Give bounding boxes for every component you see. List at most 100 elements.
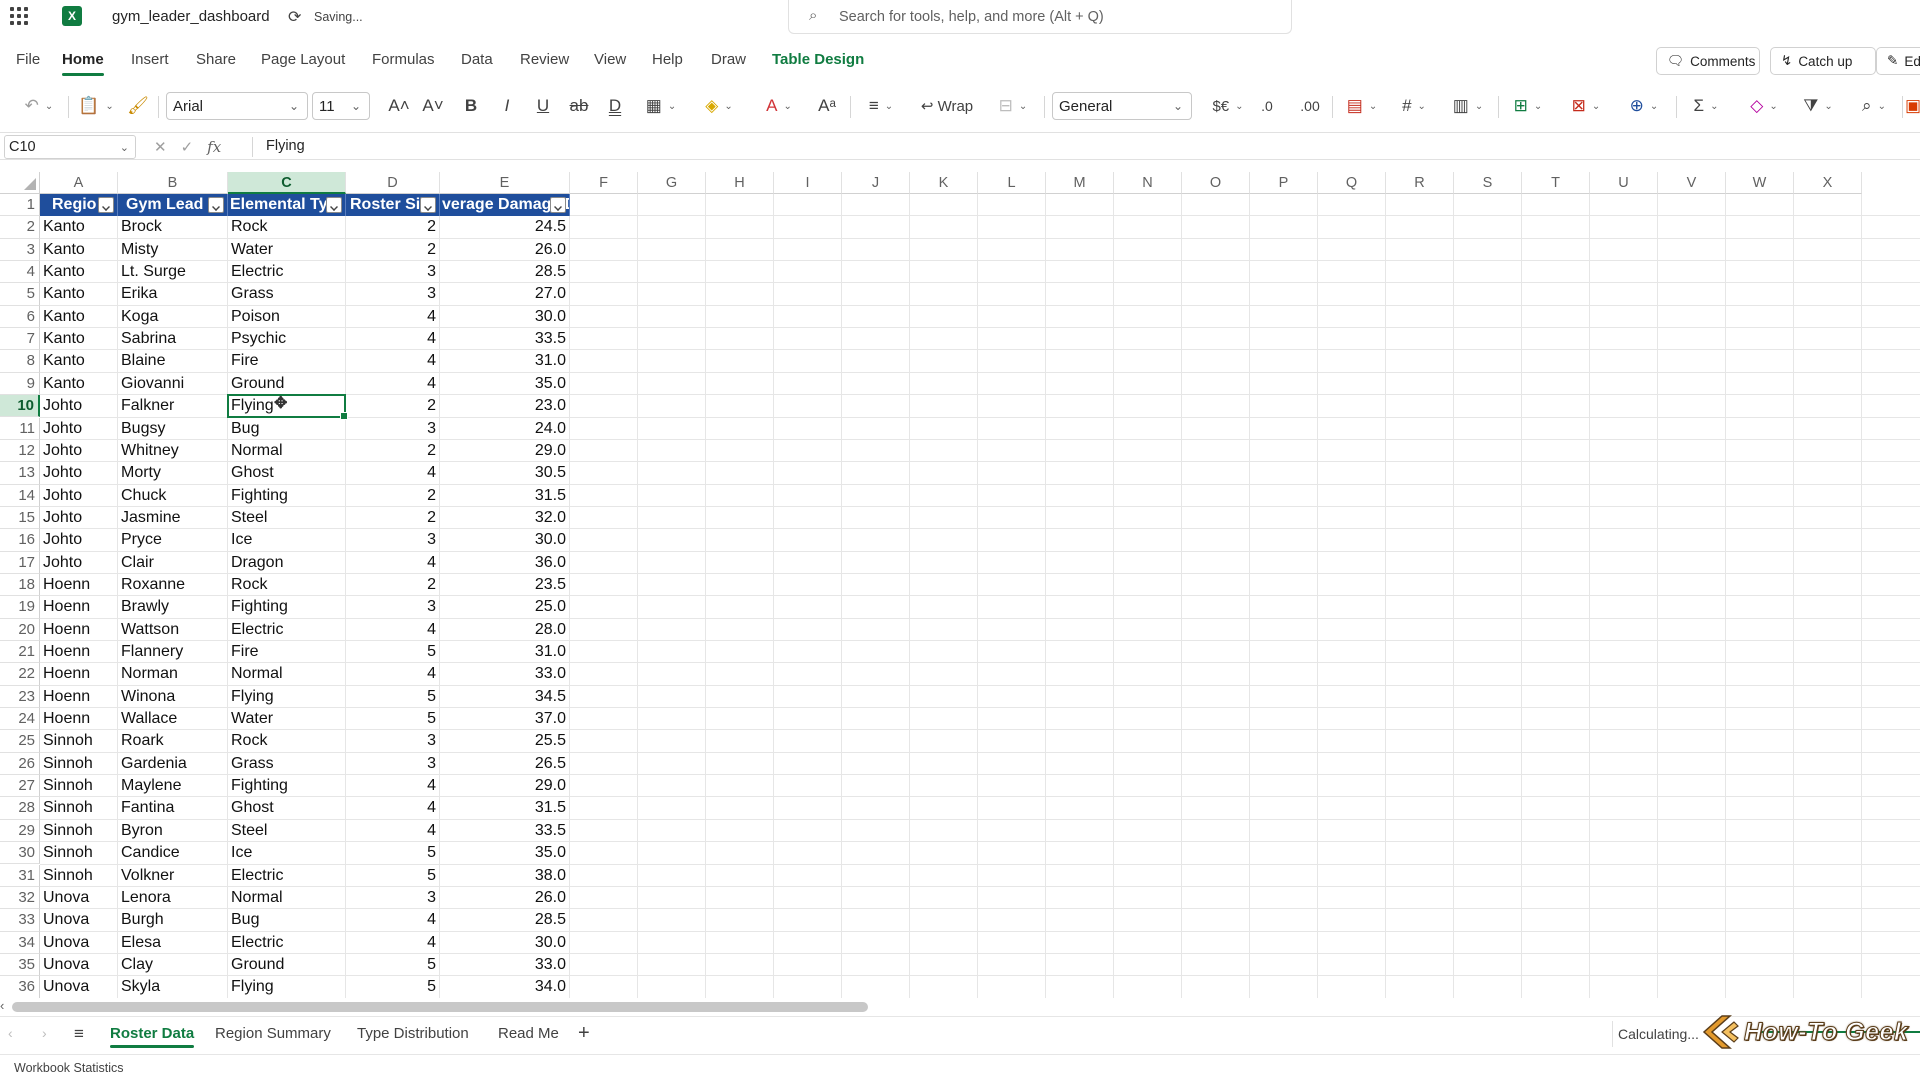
avg-damage-cell[interactable]: 31.0 (440, 641, 566, 663)
column-header-d[interactable]: D (346, 172, 440, 194)
roster-size-cell[interactable]: 5 (346, 954, 436, 976)
region-cell[interactable]: Hoenn (43, 663, 117, 685)
gym-leader-cell[interactable]: Roark (121, 730, 227, 752)
tab-home[interactable]: Home (62, 51, 104, 76)
increase-font-button[interactable]: A˄ (386, 94, 412, 118)
type-cell[interactable]: Bug (231, 418, 345, 440)
column-header-p[interactable]: P (1250, 172, 1318, 194)
region-cell[interactable]: Johto (43, 462, 117, 484)
row-header[interactable]: 28 (0, 797, 40, 820)
type-cell[interactable]: Ice (231, 529, 345, 551)
roster-size-cell[interactable]: 2 (346, 216, 436, 238)
roster-size-cell[interactable]: 5 (346, 865, 436, 887)
column-header-j[interactable]: J (842, 172, 910, 194)
roster-size-cell[interactable]: 3 (346, 418, 436, 440)
avg-damage-cell[interactable]: 25.5 (440, 730, 566, 752)
gym-leader-cell[interactable]: Wattson (121, 619, 227, 641)
row-header[interactable]: 31 (0, 864, 40, 887)
region-cell[interactable]: Johto (43, 418, 117, 440)
row-header[interactable]: 10 (0, 395, 40, 418)
editing-button[interactable]: ✎ Ed (1876, 47, 1920, 75)
avg-damage-cell[interactable]: 24.0 (440, 418, 566, 440)
gym-leader-cell[interactable]: Byron (121, 820, 227, 842)
avg-damage-cell[interactable]: 35.0 (440, 373, 566, 395)
roster-size-cell[interactable]: 4 (346, 373, 436, 395)
column-header-c[interactable]: C (228, 172, 346, 194)
row-header[interactable]: 11 (0, 417, 40, 440)
avg-damage-cell[interactable]: 34.5 (440, 686, 566, 708)
region-cell[interactable]: Hoenn (43, 708, 117, 730)
region-cell[interactable]: Unova (43, 909, 117, 931)
roster-size-cell[interactable]: 4 (346, 820, 436, 842)
row-header[interactable]: 25 (0, 730, 40, 753)
type-cell[interactable]: Fighting (231, 485, 345, 507)
sheet-tab-read-me[interactable]: Read Me (498, 1025, 559, 1042)
gym-leader-cell[interactable]: Gardenia (121, 753, 227, 775)
roster-size-cell[interactable]: 4 (346, 328, 436, 350)
column-header-n[interactable]: N (1114, 172, 1182, 194)
row-header[interactable]: 36 (0, 976, 40, 998)
column-header-o[interactable]: O (1182, 172, 1250, 194)
gym-leader-cell[interactable]: Roxanne (121, 574, 227, 596)
format-painter-button[interactable]: 🖌 (126, 94, 150, 118)
row-header[interactable]: 9 (0, 372, 40, 396)
type-cell[interactable]: Bug (231, 909, 345, 931)
avg-damage-cell[interactable]: 35.0 (440, 842, 566, 864)
type-cell[interactable]: Ice (231, 842, 345, 864)
column-header-r[interactable]: R (1386, 172, 1454, 194)
row-header[interactable]: 19 (0, 596, 40, 619)
avg-damage-cell[interactable]: 24.5 (440, 216, 566, 238)
avg-damage-cell[interactable]: 30.0 (440, 932, 566, 954)
avg-damage-cell[interactable]: 33.5 (440, 820, 566, 842)
avg-damage-cell[interactable]: 29.0 (440, 775, 566, 797)
gym-leader-cell[interactable]: Winona (121, 686, 227, 708)
avg-damage-cell[interactable]: 23.0 (440, 395, 566, 417)
type-cell[interactable]: Dragon (231, 552, 345, 574)
region-cell[interactable]: Sinnoh (43, 865, 117, 887)
region-cell[interactable]: Unova (43, 887, 117, 909)
avg-damage-cell[interactable]: 33.5 (440, 328, 566, 350)
row-header[interactable]: 21 (0, 641, 40, 664)
table-header-elemental-type[interactable]: Elemental Ty (228, 194, 346, 216)
increase-decimal-button[interactable]: .0 (1256, 94, 1278, 118)
column-header-a[interactable]: A (40, 172, 118, 194)
gym-leader-cell[interactable]: Koga (121, 306, 227, 328)
gym-leader-cell[interactable]: Lenora (121, 887, 227, 909)
type-cell[interactable]: Electric (231, 865, 345, 887)
row-header[interactable]: 8 (0, 350, 40, 373)
column-header-b[interactable]: B (118, 172, 228, 194)
row-header[interactable]: 18 (0, 573, 40, 597)
type-cell[interactable]: Flying (231, 686, 345, 708)
column-header-i[interactable]: I (774, 172, 842, 194)
avg-damage-cell[interactable]: 28.5 (440, 909, 566, 931)
row-header[interactable]: 30 (0, 842, 40, 865)
type-cell[interactable]: Water (231, 239, 345, 261)
roster-size-cell[interactable]: 4 (346, 797, 436, 819)
type-cell[interactable]: Ground (231, 373, 345, 395)
avg-damage-cell[interactable]: 23.5 (440, 574, 566, 596)
region-cell[interactable]: Hoenn (43, 574, 117, 596)
roster-size-cell[interactable]: 5 (346, 686, 436, 708)
row-header[interactable]: 12 (0, 439, 40, 463)
double-underline-button[interactable]: D (602, 94, 628, 118)
avg-damage-cell[interactable]: 28.5 (440, 261, 566, 283)
gym-leader-cell[interactable]: Candice (121, 842, 227, 864)
autosum-button[interactable]: Σ ⌄ (1684, 94, 1728, 118)
fill-color-button[interactable]: ◈ ⌄ (696, 94, 742, 118)
column-header-h[interactable]: H (706, 172, 774, 194)
type-cell[interactable]: Fire (231, 641, 345, 663)
avg-damage-cell[interactable]: 29.0 (440, 440, 566, 462)
font-size-select[interactable]: 11 ⌄ (312, 92, 370, 120)
undo-button[interactable]: ↶ ⌄ (18, 94, 60, 118)
type-cell[interactable]: Rock (231, 216, 345, 238)
add-sheet-button[interactable]: + (578, 1022, 590, 1045)
select-all-button[interactable] (0, 172, 40, 194)
roster-size-cell[interactable]: 2 (346, 395, 436, 417)
column-header-x[interactable]: X (1794, 172, 1862, 194)
gym-leader-cell[interactable]: Burgh (121, 909, 227, 931)
horizontal-scrollbar[interactable]: ‹ (0, 998, 1920, 1014)
region-cell[interactable]: Kanto (43, 306, 117, 328)
avg-damage-cell[interactable]: 31.5 (440, 485, 566, 507)
filter-dropdown-icon[interactable] (326, 197, 342, 213)
roster-size-cell[interactable]: 3 (346, 730, 436, 752)
